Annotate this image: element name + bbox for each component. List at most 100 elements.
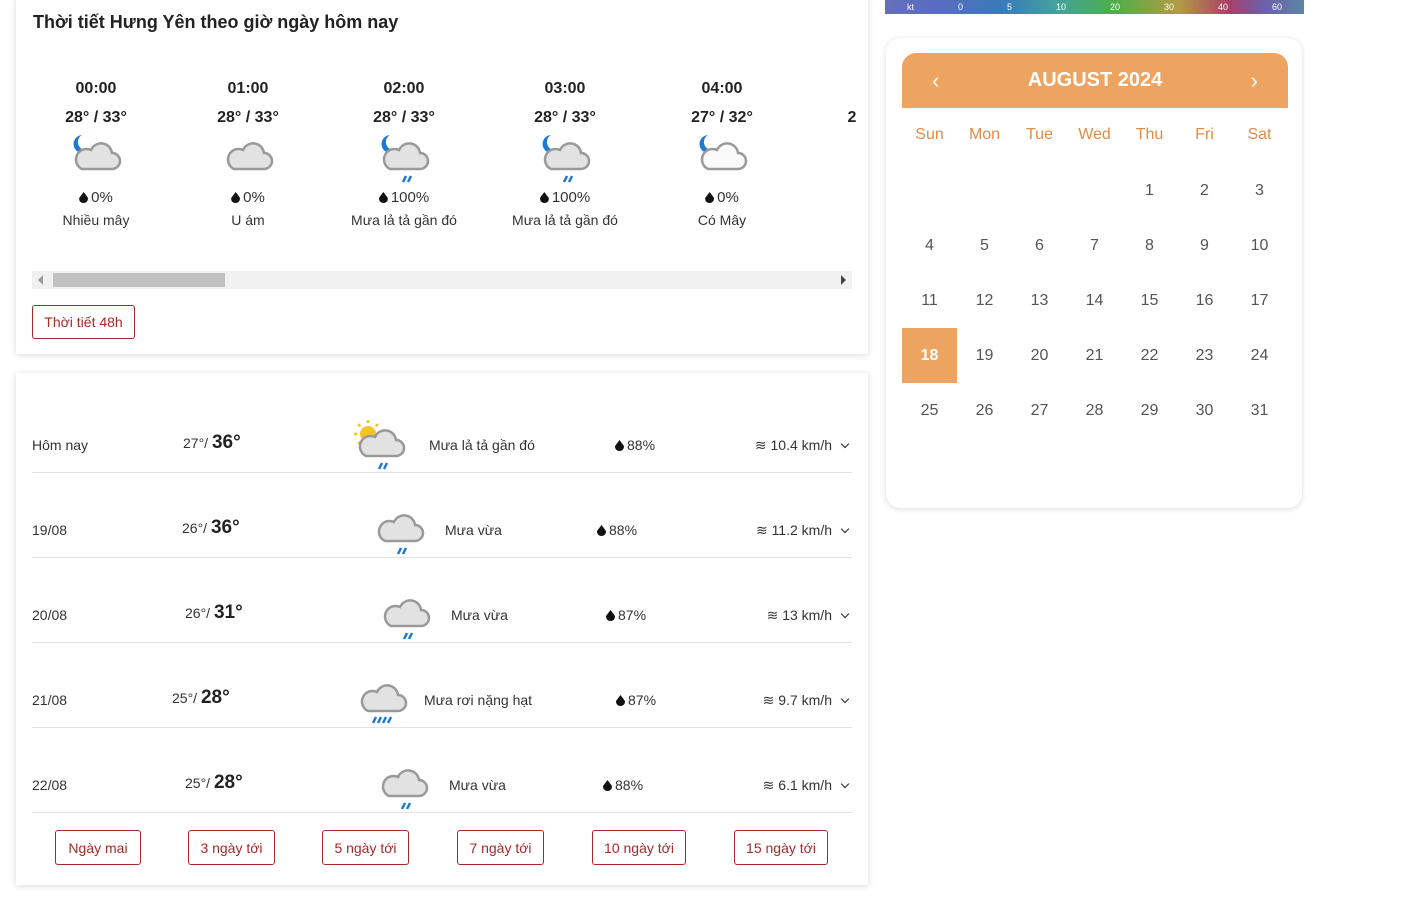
raindrop-icon <box>378 192 388 203</box>
calendar-day[interactable]: 7 <box>1067 218 1122 273</box>
moon-cloud-icon <box>16 131 176 183</box>
daily-row[interactable]: Hôm nay 27°/ 36° Mưa lả tả gần đó 88% ≋ … <box>32 388 852 473</box>
row-wind: 13 km/h <box>782 607 832 623</box>
daily-forecast-card: Hôm nay 27°/ 36° Mưa lả tả gần đó 88% ≋ … <box>16 373 868 885</box>
scroll-right-icon[interactable] <box>841 275 846 285</box>
next-month-button[interactable]: › <box>1251 68 1258 94</box>
calendar-day[interactable]: 30 <box>1177 383 1232 438</box>
calendar-day[interactable]: 4 <box>902 218 957 273</box>
hour-precip: 100% <box>390 189 430 206</box>
row-humidity: 88% <box>609 522 638 538</box>
calendar-day[interactable]: 9 <box>1177 218 1232 273</box>
forecast-range-button[interactable]: 3 ngày tới <box>188 830 275 865</box>
raindrop-icon <box>616 695 625 706</box>
forecast-range-button[interactable]: 15 ngày tới <box>734 830 828 865</box>
hour-temp: 28° / 33° <box>373 109 435 126</box>
raindrop-icon <box>539 192 549 203</box>
raindrop-icon <box>231 192 241 203</box>
cloud-heavy-rain-icon <box>354 673 410 730</box>
row-humidity: 88% <box>615 777 644 793</box>
hour-desc: Mưa lả tả gần đó <box>512 212 618 228</box>
calendar-day[interactable]: 20 <box>1012 328 1067 383</box>
calendar-day[interactable]: 11 <box>902 273 957 328</box>
cloud-rain-icon <box>371 503 427 560</box>
chevron-down-icon[interactable] <box>840 779 850 789</box>
row-high: 28° <box>200 687 230 708</box>
daily-row[interactable]: 20/08 26°/ 31° Mưa vừa 87% ≋ 13 km/h <box>32 558 852 643</box>
daily-row[interactable]: 22/08 25°/ 28° Mưa vừa 88% ≋ 6.1 km/h <box>32 728 852 813</box>
calendar-day[interactable]: 17 <box>1232 273 1287 328</box>
raindrop-icon <box>597 525 606 536</box>
calendar-day[interactable]: 14 <box>1067 273 1122 328</box>
calendar-day[interactable]: 5 <box>957 218 1012 273</box>
cloud-rain-icon <box>377 588 433 645</box>
row-wind: 10.4 km/h <box>770 437 832 453</box>
calendar-day[interactable]: 28 <box>1067 383 1122 438</box>
scrollbar-thumb[interactable] <box>53 273 225 287</box>
calendar-day[interactable]: 10 <box>1232 218 1287 273</box>
calendar-day[interactable]: 25 <box>902 383 957 438</box>
wind-icon: ≋ <box>762 692 779 708</box>
raindrop-icon <box>79 192 89 203</box>
calendar-day[interactable]: 18 <box>902 328 957 383</box>
wind-scale-label: 20 <box>1109 2 1120 12</box>
hourly-item: 01:00 28° / 33° 0% U ám <box>168 80 328 228</box>
calendar-day[interactable]: 13 <box>1012 273 1067 328</box>
forecast-range-button[interactable]: 7 ngày tới <box>457 830 544 865</box>
wind-scale-bar: kt 0 5 10 20 30 40 60 <box>885 0 1304 14</box>
calendar-day[interactable]: 23 <box>1177 328 1232 383</box>
calendar-day[interactable]: 1 <box>1122 163 1177 218</box>
calendar-day[interactable]: 6 <box>1012 218 1067 273</box>
chevron-down-icon[interactable] <box>840 609 850 619</box>
daily-row[interactable]: 21/08 25°/ 28° Mưa rơi nặng hạt 87% ≋ 9.… <box>32 643 852 728</box>
cloud-icon <box>168 131 328 183</box>
row-desc: Mưa vừa <box>445 522 502 538</box>
calendar-day[interactable]: 2 <box>1177 163 1232 218</box>
row-humidity: 87% <box>618 607 647 623</box>
forecast-range-button[interactable]: 10 ngày tới <box>592 830 686 865</box>
calendar-day[interactable]: 27 <box>1012 383 1067 438</box>
hour-temp: 28° / 33° <box>534 109 596 126</box>
calendar-day[interactable]: 29 <box>1122 383 1177 438</box>
wind-scale-label: kt <box>906 2 914 12</box>
calendar-day[interactable]: 31 <box>1232 383 1287 438</box>
hour-desc: Có Mây <box>697 212 747 228</box>
calendar-day[interactable]: 26 <box>957 383 1012 438</box>
hour-time: 03:00 <box>544 80 586 97</box>
calendar-day[interactable]: 22 <box>1122 328 1177 383</box>
hour-desc: Mưa lả tả gần đó <box>351 212 457 228</box>
hour-time: 00:00 <box>75 80 117 97</box>
daily-row[interactable]: 19/08 26°/ 36° Mưa vừa 88% ≋ 11.2 km/h <box>32 473 852 558</box>
row-high: 31° <box>213 602 243 623</box>
hourly-forecast-card: Thời tiết Hưng Yên theo giờ ngày hôm nay… <box>16 0 868 354</box>
row-low: 25° <box>172 690 194 706</box>
horizontal-scrollbar[interactable] <box>32 271 852 289</box>
calendar-day[interactable]: 3 <box>1232 163 1287 218</box>
calendar-day[interactable]: 12 <box>957 273 1012 328</box>
calendar-day[interactable]: 24 <box>1232 328 1287 383</box>
wind-scale-label: 0 <box>957 2 963 12</box>
row-wind: 11.2 km/h <box>771 522 832 538</box>
wind-scale-label: 30 <box>1163 2 1174 12</box>
row-humidity: 88% <box>627 437 656 453</box>
calendar-day[interactable]: 8 <box>1122 218 1177 273</box>
weekday-label: Mon <box>968 126 1001 143</box>
row-desc: Mưa vừa <box>449 777 506 793</box>
48h-forecast-button[interactable]: Thời tiết 48h <box>32 305 135 339</box>
calendar-day[interactable]: 16 <box>1177 273 1232 328</box>
forecast-range-button[interactable]: 5 ngày tới <box>322 830 409 865</box>
forecast-range-button[interactable]: Ngày mai <box>55 830 141 865</box>
hour-time: 01:00 <box>227 80 269 97</box>
chevron-down-icon[interactable] <box>840 524 850 534</box>
chevron-down-icon[interactable] <box>840 694 850 704</box>
chevron-down-icon[interactable] <box>840 439 850 449</box>
weekday-label: Thu <box>1135 126 1164 143</box>
row-low: 26° <box>185 605 207 621</box>
calendar-day[interactable]: 21 <box>1067 328 1122 383</box>
calendar-day[interactable]: 19 <box>957 328 1012 383</box>
weekday-label: Sun <box>915 126 944 143</box>
row-desc: Mưa vừa <box>451 607 508 623</box>
prev-month-button[interactable]: ‹ <box>932 68 939 94</box>
calendar-day[interactable]: 15 <box>1122 273 1177 328</box>
scroll-left-icon[interactable] <box>38 275 43 285</box>
